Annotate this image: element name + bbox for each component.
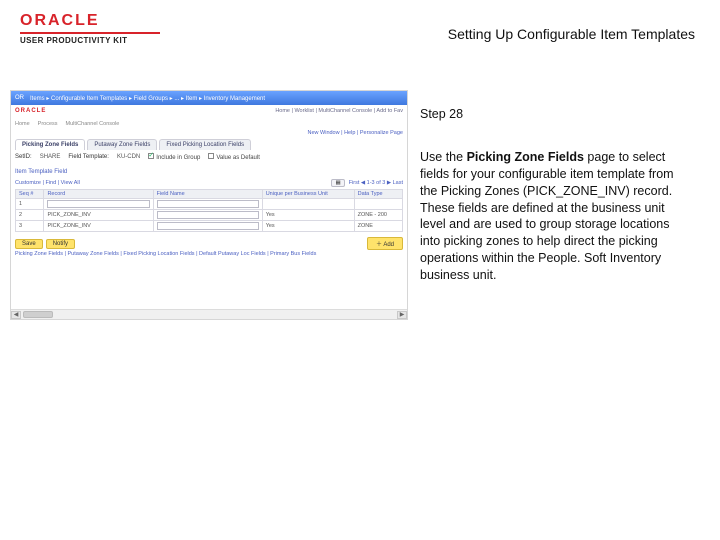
toplinks[interactable]: Home | Worklist | MultiChannel Console |… (275, 108, 403, 114)
col-unique[interactable]: Unique per Business Unit (262, 190, 354, 199)
table-header-row: Seq # Record Field Name Unique per Busin… (16, 190, 403, 199)
col-seq[interactable]: Seq # (16, 190, 44, 199)
form-row: SetID: SHARE Field Template: KU-CDN Incl… (15, 153, 403, 161)
embedded-screenshot: OR Items ▸ Configurable Item Templates ▸… (10, 90, 408, 320)
grid-customize-links[interactable]: Customize | Find | View All (15, 180, 80, 186)
save-button[interactable]: Save (15, 239, 43, 249)
notify-button[interactable]: Notify (46, 239, 75, 249)
tab-putaway-zone-fields[interactable]: Putaway Zone Fields (87, 139, 157, 150)
col-field-name[interactable]: Field Name (153, 190, 262, 199)
add-button[interactable]: ＋ Add (367, 237, 403, 250)
breadcrumb: Items ▸ Configurable Item Templates ▸ Fi… (30, 95, 403, 102)
grid-pager[interactable]: ▦ First ◀ 1-3 of 3 ▶ Last (331, 179, 403, 187)
setid-value: SHARE (40, 154, 61, 160)
brand-logo: ORACLE USER PRODUCTIVITY KIT (20, 12, 160, 45)
horizontal-scrollbar[interactable]: ◀ ▶ (11, 309, 407, 319)
step-label: Step 28 (420, 106, 690, 123)
template-label: Field Template: (68, 154, 109, 160)
instruction-column: Step 28 Use the Picking Zone Fields page… (420, 106, 690, 284)
tab-picking-zone-fields[interactable]: Picking Zone Fields (15, 139, 85, 150)
download-icon[interactable]: ▦ (331, 179, 344, 187)
fields-grid: Seq # Record Field Name Unique per Busin… (15, 189, 403, 232)
checkbox-icon (208, 153, 214, 159)
checkbox-icon (148, 153, 154, 159)
table-row: 3 PICK_ZONE_INV Yes ZONE (16, 221, 403, 232)
value-as-default-checkbox[interactable]: Value as Default (208, 153, 260, 161)
include-in-group-checkbox[interactable]: Include in Group (148, 153, 200, 161)
window-links[interactable]: New Window | Help | Personalize Page (308, 130, 404, 136)
table-row: 2 PICK_ZONE_INV Yes ZONE - 200 (16, 210, 403, 221)
brand-word: ORACLE (20, 12, 160, 30)
mini-oracle-logo: ORACLE (15, 108, 46, 114)
col-data-type[interactable]: Data Type (354, 190, 402, 199)
field-input[interactable] (157, 211, 259, 219)
setid-label: SetID: (15, 154, 32, 160)
instruction-text: Use the Picking Zone Fields page to sele… (420, 149, 690, 284)
scroll-right-icon[interactable]: ▶ (397, 311, 407, 319)
brand-subtitle: USER PRODUCTIVITY KIT (20, 36, 160, 45)
scroll-left-icon[interactable]: ◀ (11, 311, 21, 319)
mini-brand: OR (15, 95, 24, 101)
scroll-thumb[interactable] (23, 311, 53, 318)
plus-icon: ＋ (376, 242, 382, 248)
app-topbar: OR Items ▸ Configurable Item Templates ▸… (11, 91, 407, 105)
tab-fixed-picking-location-fields[interactable]: Fixed Picking Location Fields (159, 139, 251, 150)
form-footer: Save Notify ＋ Add (15, 237, 403, 250)
col-record[interactable]: Record (44, 190, 153, 199)
meta-row: Home Process MultiChannel Console (15, 121, 403, 127)
grid-toolbar: Customize | Find | View All ▦ First ◀ 1-… (15, 179, 403, 187)
page-title: Setting Up Configurable Item Templates (448, 26, 695, 42)
brand-rule (20, 32, 160, 34)
field-input[interactable] (157, 222, 259, 230)
table-row: 1 (16, 199, 403, 210)
template-value: KU-CDN (117, 154, 140, 160)
section-title: Item Template Field (15, 169, 67, 175)
page-footer-links[interactable]: Picking Zone Fields | Putaway Zone Field… (15, 251, 403, 257)
tabset: Picking Zone Fields Putaway Zone Fields … (15, 139, 251, 150)
record-input[interactable] (47, 200, 149, 208)
field-input[interactable] (157, 200, 259, 208)
